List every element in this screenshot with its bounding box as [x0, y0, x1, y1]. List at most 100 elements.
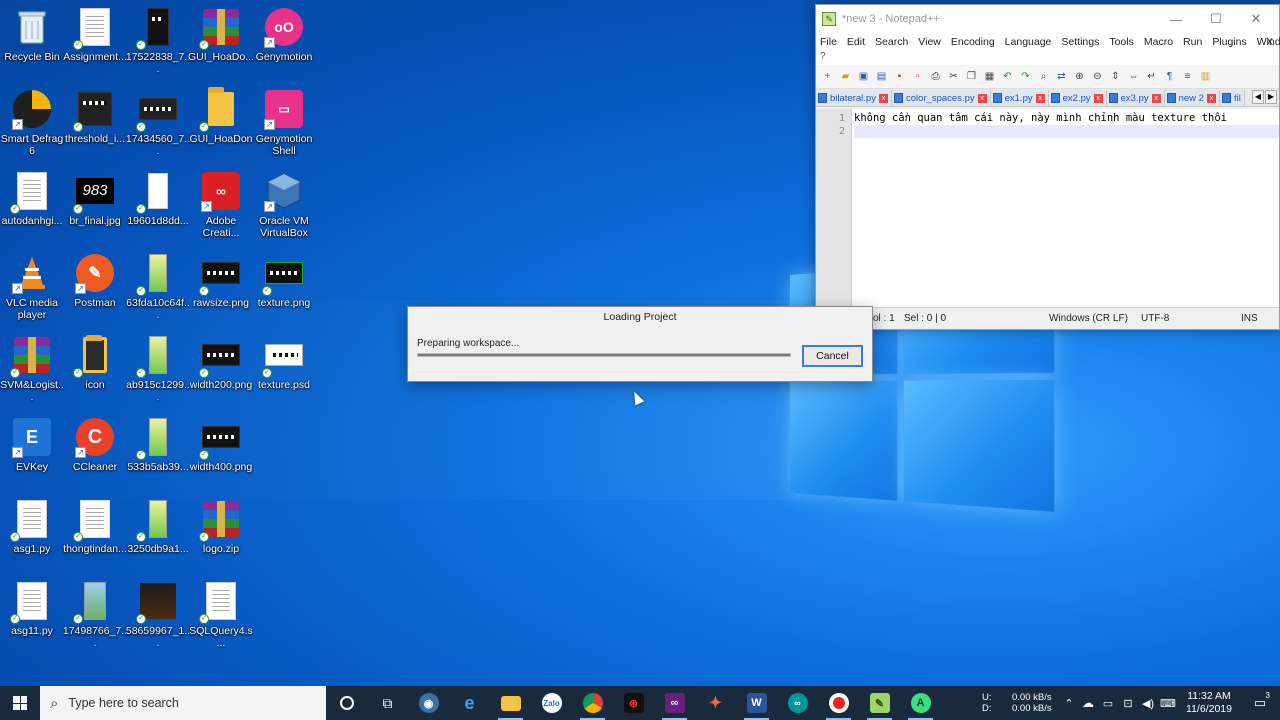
desktop-icon-58659967[interactable]: ✓ 58659967_1... — [126, 580, 190, 658]
tab-fil[interactable]: fil — [1219, 90, 1245, 106]
menu-file[interactable]: File — [816, 36, 843, 48]
desktop-icon-ab915c1299[interactable]: ✓ ab915c1299... — [126, 334, 190, 412]
save-all-icon[interactable]: ▤ — [874, 69, 889, 84]
tab-color-spaces[interactable]: color_spaces.py x — [891, 90, 991, 106]
menu-language[interactable]: Language — [1001, 36, 1058, 48]
desktop-icon-threshold[interactable]: ✓ threshold_i... — [64, 88, 126, 166]
tab-close-icon[interactable]: x — [1151, 93, 1161, 103]
desktop-icon-gui-hoado-rar[interactable]: ✓ GUI_HoaDo... — [188, 6, 254, 84]
taskbar-app-vpn[interactable]: ◉ — [408, 686, 449, 720]
onedrive-icon[interactable]: ☁ — [1078, 696, 1098, 710]
desktop-icon-svm-logistic[interactable]: ✓ SVM&Logist... — [0, 334, 64, 412]
desktop-icon-gui-hoadon[interactable]: ✓ GUI_HoaDon — [189, 87, 253, 166]
menu-help[interactable]: ? — [820, 51, 826, 62]
show-hidden-icons-icon[interactable]: ⌃ — [1060, 697, 1078, 710]
cut-icon[interactable]: ✂ — [946, 69, 961, 84]
zoom-out-icon[interactable]: ⊖ — [1090, 69, 1105, 84]
desktop-icon-thongtindan[interactable]: ✓ thongtindan... — [63, 498, 127, 576]
tab-close-icon[interactable]: x — [1035, 93, 1045, 103]
battery-icon[interactable]: ▭ — [1098, 697, 1118, 710]
notepadpp-window[interactable]: ✎ *new 3 - Notepad++ — ☐ ✕ File Edit Sea… — [815, 4, 1280, 330]
desktop-icon-vlc[interactable]: ↗ VLC media player — [1, 252, 63, 330]
tab-ex2[interactable]: ex2.py x — [1048, 90, 1107, 106]
taskbar-app-zalo[interactable]: Zalo — [531, 686, 572, 720]
desktop-icon-genymotion[interactable]: oO ↗ Genymotion — [253, 6, 315, 84]
desktop-icon-sqlquery4[interactable]: ✓ SQLQuery4.s... — [189, 580, 253, 658]
copy-icon[interactable]: ❐ — [964, 69, 979, 84]
cancel-button[interactable]: Cancel — [802, 345, 863, 367]
desktop-icon-asg11[interactable]: ✓ asg11.py — [1, 580, 63, 658]
start-button[interactable] — [0, 686, 40, 720]
desktop-icon-autodanhgia[interactable]: ✓ autodanhgi... — [1, 170, 63, 248]
close-all-icon[interactable]: ▫ — [910, 69, 925, 84]
open-file-icon[interactable]: ▰ — [838, 69, 853, 84]
desktop-icon-assignment[interactable]: ✓ Assignment... — [63, 6, 127, 84]
menu-run[interactable]: Run — [1179, 36, 1208, 48]
taskbar-app-visual-studio[interactable]: ∞ — [654, 686, 695, 720]
desktop-icon-ccleaner[interactable]: C ↗ CCleaner — [64, 416, 126, 494]
tab-scroll-right-icon[interactable]: ▶ — [1265, 90, 1277, 104]
indent-guide-icon[interactable]: ≡ — [1180, 69, 1195, 84]
menu-encoding[interactable]: Encoding — [947, 36, 1001, 48]
clock[interactable]: 11:32 AM 11/6/2019 — [1178, 690, 1240, 716]
taskbar-app-notepadpp[interactable]: ✎ — [859, 686, 900, 720]
sync-horizontal-icon[interactable]: ⇔ — [1126, 69, 1141, 84]
sync-vertical-icon[interactable]: ⇕ — [1108, 69, 1123, 84]
find-icon[interactable]: ⌕ — [1036, 69, 1051, 84]
editor-text[interactable]: không cần quan tâm cái này, này mình chỉ… — [852, 109, 1279, 309]
maximize-button[interactable]: ☐ — [1197, 5, 1235, 33]
desktop-icon-genymotion-shell[interactable]: ▭ ↗ Genymotion Shell — [253, 88, 315, 166]
editor-area[interactable]: 1 2 không cần quan tâm cái này, này mình… — [816, 109, 1279, 309]
desktop-icon-texture-png[interactable]: ✓ texture.png — [253, 252, 315, 330]
editor-line[interactable]: không cần quan tâm cái này, này mình chỉ… — [854, 112, 1279, 125]
tab-close-icon[interactable]: x — [1206, 93, 1216, 103]
desktop-icon-17434560[interactable]: ✓ 17434560_7... — [126, 88, 190, 166]
taskbar-app-recorder[interactable] — [818, 686, 859, 720]
desktop-icon-17522838[interactable]: ✓ 17522838_7... — [126, 6, 190, 84]
network-icon[interactable]: ⊡ — [1118, 697, 1138, 710]
desktop-icon-width400[interactable]: ✓ width400.png — [190, 416, 252, 494]
tab-new-2[interactable]: new 2x — [1164, 90, 1220, 106]
desktop-icon-17498766[interactable]: ✓ 17498766_7... — [63, 580, 127, 658]
menu-settings[interactable]: Settings — [1057, 36, 1105, 48]
desktop-icon-adobe-creative[interactable]: ∞ ↗ Adobe Creati... — [190, 170, 252, 248]
document-close-button[interactable]: X — [1266, 37, 1273, 48]
desktop-icon-asg1[interactable]: ✓ asg1.py — [1, 498, 63, 576]
desktop-icon-19601d8dd[interactable]: ✓ 19601d8dd... — [127, 170, 189, 248]
function-list-icon[interactable]: ▥ — [1198, 69, 1213, 84]
desktop-icon-recycle-bin[interactable]: Recycle Bin — [1, 6, 63, 84]
tab-bilateral[interactable]: bilateral.py x — [816, 90, 892, 106]
taskbar-app-red[interactable]: ⊛ — [613, 686, 654, 720]
taskbar-app-android-studio[interactable]: A — [900, 686, 941, 720]
desktop-icon-rawsize[interactable]: ✓ rawsize.png — [190, 252, 252, 330]
notification-center-icon[interactable]: ▭ 3 — [1240, 691, 1280, 711]
taskbar-app-word[interactable]: W — [736, 686, 777, 720]
desktop-icon-texture-psd[interactable]: ✓ texture.psd — [253, 334, 315, 412]
desktop-icon-logo-zip[interactable]: ✓ logo.zip — [190, 498, 252, 576]
desktop-icon-smart-defrag[interactable]: ↗ Smart Defrag 6 — [1, 88, 63, 166]
editor-line-current[interactable] — [854, 125, 1279, 138]
taskbar-app-arduino[interactable]: ∞ — [777, 686, 818, 720]
desktop-icon-width200[interactable]: ✓ width200.png — [190, 334, 252, 412]
tab-close-icon[interactable]: x — [1093, 93, 1103, 103]
desktop-icon-3250db9a1[interactable]: ✓ 3250db9a1... — [127, 498, 189, 576]
desktop-icon-postman[interactable]: ✎ ↗ Postman — [64, 252, 126, 330]
desktop-icon-533b5ab39[interactable]: ✓ 533b5ab39... — [127, 416, 189, 494]
notepadpp-titlebar[interactable]: ✎ *new 3 - Notepad++ — ☐ ✕ — [816, 5, 1279, 33]
desktop-icon-br-final[interactable]: 983 ✓ br_final.jpg — [64, 170, 126, 248]
tab-close-icon[interactable]: x — [977, 93, 987, 103]
menu-tools[interactable]: Tools — [1105, 36, 1140, 48]
paste-icon[interactable]: ▦ — [982, 69, 997, 84]
loading-project-dialog[interactable]: Loading Project Preparing workspace... C… — [407, 306, 873, 382]
menu-plugins[interactable]: Plugins — [1208, 36, 1252, 48]
minimize-button[interactable]: — — [1157, 5, 1195, 33]
tab-scroll-left-icon[interactable]: ◀ — [1252, 90, 1264, 104]
undo-icon[interactable]: ↶ — [1000, 69, 1015, 84]
taskbar-app-chrome[interactable] — [572, 686, 613, 720]
tab-ex1[interactable]: ex1.py x — [990, 90, 1049, 106]
menu-search[interactable]: Search — [871, 36, 914, 48]
print-icon[interactable]: ⎙ — [928, 69, 943, 84]
word-wrap-icon[interactable]: ↵ — [1144, 69, 1159, 84]
desktop-icon-63fda10c64f[interactable]: ✓ 63fda10c64f... — [126, 252, 190, 330]
redo-icon[interactable]: ↷ — [1018, 69, 1033, 84]
